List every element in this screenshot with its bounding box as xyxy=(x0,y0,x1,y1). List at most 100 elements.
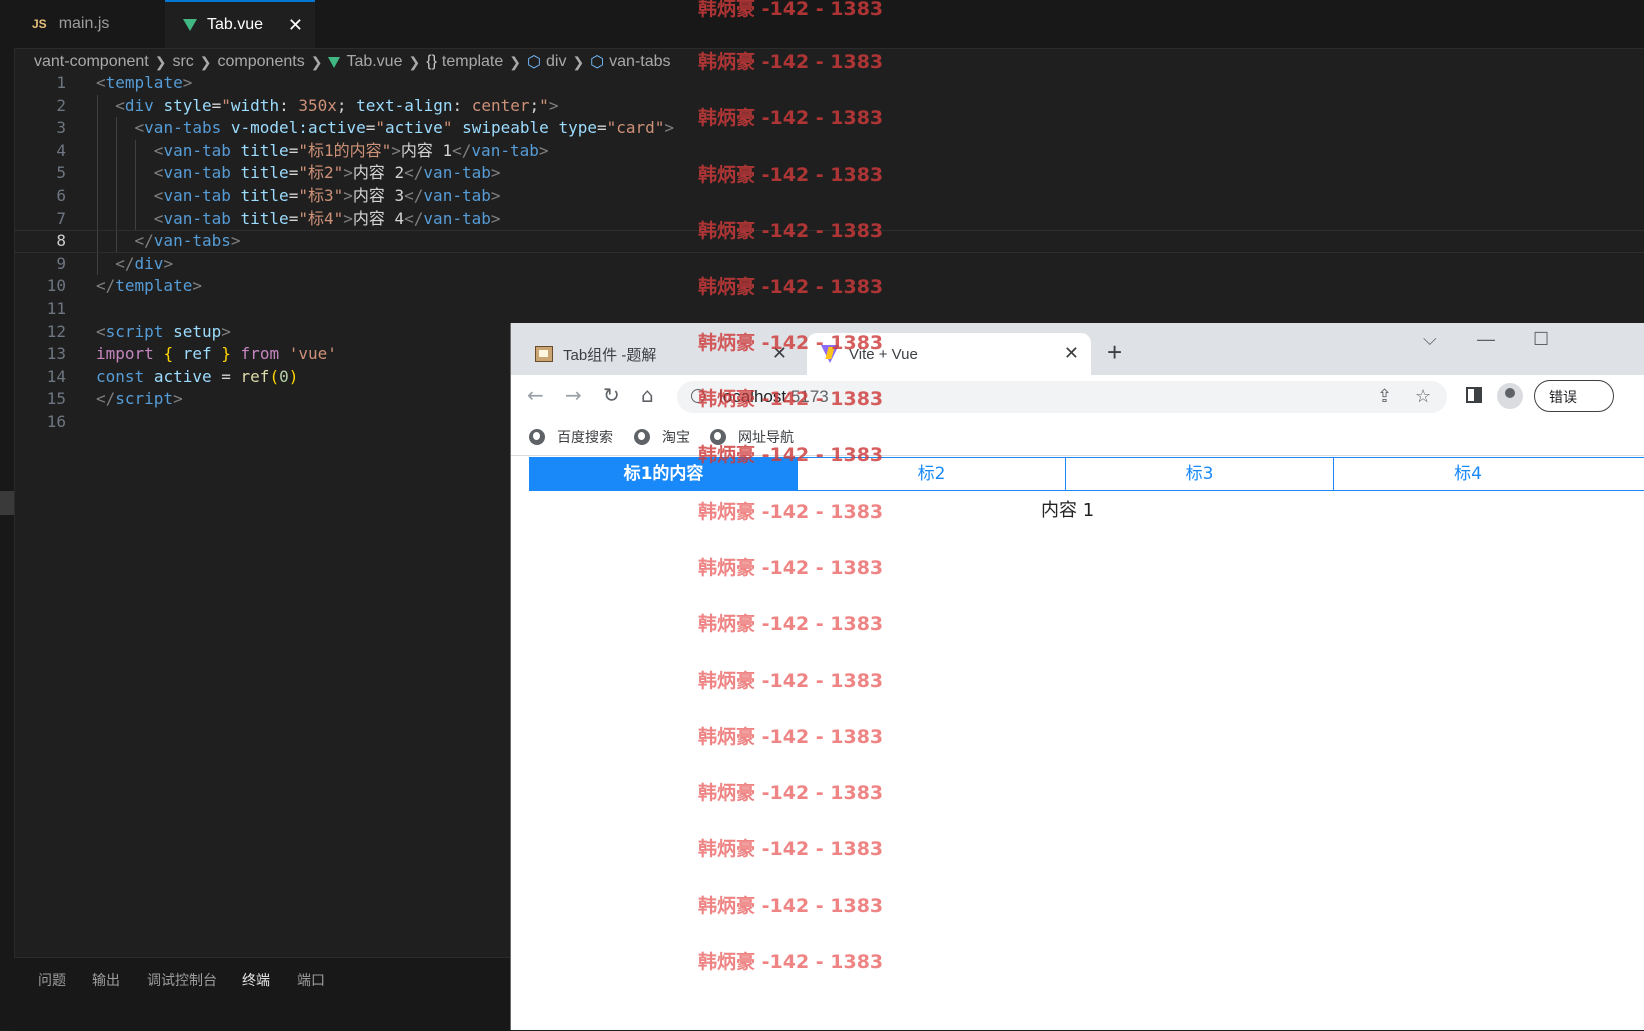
chevron-right-icon: ❯ xyxy=(509,53,522,70)
code-line: 3 <van-tabs v-model:active="active" swip… xyxy=(14,117,1644,140)
line-number: 8 xyxy=(56,231,66,251)
code-line: 5 <van-tab title="标2">内容 2</van-tab> xyxy=(14,162,1644,185)
code-text: </van-tabs> xyxy=(134,231,241,251)
panel-tab-terminal[interactable]: 终端 xyxy=(242,970,270,990)
browser-tab-vite[interactable]: Vite + Vue ✕ xyxy=(807,333,1091,375)
line-number: 13 xyxy=(46,344,66,364)
line-number: 7 xyxy=(56,208,66,228)
profile-avatar-icon[interactable] xyxy=(1497,383,1523,409)
bottom-panel-tabs: 问题 输出 调试控制台 终端 端口 xyxy=(14,957,514,1031)
line-number: 5 xyxy=(56,163,66,183)
url-text: localhost:5173 xyxy=(719,387,829,406)
line-number: 11 xyxy=(46,298,66,318)
close-icon[interactable]: ✕ xyxy=(772,343,787,364)
code-line: 6 <van-tab title="标3">内容 3</van-tab> xyxy=(14,184,1644,208)
code-line: 9 </div> xyxy=(14,252,1644,276)
bookmark-label: 淘宝 xyxy=(662,429,690,445)
code-line: 1 <template> xyxy=(14,72,1644,95)
panel-tab-problems[interactable]: 问题 xyxy=(38,970,66,990)
vite-favicon-icon xyxy=(821,345,839,363)
line-number: 2 xyxy=(56,95,66,115)
braces-icon: {} xyxy=(426,53,437,70)
forward-arrow-icon[interactable]: → xyxy=(565,383,582,407)
share-icon[interactable]: ⇪ xyxy=(1377,386,1392,407)
maximize-icon[interactable]: ☐ xyxy=(1533,329,1549,350)
line-number: 10 xyxy=(46,276,66,296)
cube-icon: ⬡ xyxy=(527,54,541,71)
breadcrumb-item[interactable]: template xyxy=(442,53,503,71)
browser-tab-title: Tab组件 -题解 xyxy=(563,346,657,364)
tab-tab-vue[interactable]: Tab.vue ✕ xyxy=(165,0,315,48)
breadcrumb: vant-component ❯ src ❯ components ❯ Tab.vue… xyxy=(34,50,671,74)
chevron-down-icon[interactable]: ⌵ xyxy=(1423,329,1437,350)
van-tab-3[interactable]: 标3 xyxy=(1066,458,1334,490)
breadcrumb-item[interactable]: Tab.vue xyxy=(346,53,402,71)
code-text: <van-tabs v-model:active="active" swipea… xyxy=(134,118,675,138)
breadcrumb-item[interactable]: components xyxy=(218,53,305,71)
tab-panel-content: 内容 1 xyxy=(1041,500,1095,521)
breadcrumb-item[interactable]: vant-component xyxy=(34,53,149,71)
vue-file-icon xyxy=(328,56,341,68)
breadcrumb-item[interactable]: van-tabs xyxy=(609,53,670,71)
info-icon[interactable] xyxy=(691,389,705,403)
code-line-active: 8 </van-tabs> xyxy=(14,230,1644,253)
line-number: 16 xyxy=(46,411,66,431)
line-number: 4 xyxy=(56,140,66,160)
code-line: 4 <van-tab title="标1的内容">内容 1</van-tab> xyxy=(14,139,1644,163)
panel-tab-debug-console[interactable]: 调试控制台 xyxy=(147,970,217,990)
close-icon[interactable]: ✕ xyxy=(1064,343,1079,364)
star-icon[interactable]: ☆ xyxy=(1415,386,1431,407)
line-number: 6 xyxy=(56,185,66,205)
code-text: <van-tab title="标4">内容 4</van-tab> xyxy=(153,208,501,228)
code-line: 11 xyxy=(14,298,1644,321)
chevron-right-icon: ❯ xyxy=(572,53,585,70)
code-text: <script setup> xyxy=(96,321,231,341)
address-bar[interactable]: localhost:5173 ⇪ ☆ xyxy=(677,381,1447,413)
line-number: 9 xyxy=(56,253,66,273)
browser-tab-title: Vite + Vue xyxy=(849,345,918,363)
tab-main-js[interactable]: JS main.js xyxy=(14,0,164,48)
chevron-right-icon: ❯ xyxy=(154,53,167,70)
panel-tab-ports[interactable]: 端口 xyxy=(297,970,325,990)
line-number: 14 xyxy=(46,366,66,386)
code-text: <van-tab title="标1的内容">内容 1</van-tab> xyxy=(153,140,549,160)
vue-file-icon xyxy=(183,19,197,31)
van-tabs-card: 标1的内容 标2 标3 标4 xyxy=(529,457,1644,491)
js-file-icon: JS xyxy=(32,17,47,31)
line-number: 3 xyxy=(56,118,66,138)
chevron-right-icon: ❯ xyxy=(408,53,421,70)
van-tab-1[interactable]: 标1的内容 xyxy=(530,458,798,490)
cube-icon: ⬡ xyxy=(590,54,605,71)
back-arrow-icon[interactable]: ← xyxy=(527,383,544,407)
bookmark-label: 网址导航 xyxy=(738,429,794,445)
bookmark-baidu[interactable]: 百度搜索 xyxy=(529,427,613,447)
close-icon[interactable]: ✕ xyxy=(288,15,303,36)
minimize-icon[interactable]: — xyxy=(1477,329,1495,350)
globe-icon xyxy=(634,429,650,445)
plus-icon[interactable]: + xyxy=(1107,337,1122,368)
line-number: 12 xyxy=(46,321,66,341)
breadcrumb-item[interactable]: src xyxy=(172,53,193,71)
browser-tab-tiejie[interactable]: Tab组件 -题解 ✕ xyxy=(521,333,799,375)
chevron-right-icon: ❯ xyxy=(199,53,212,70)
breadcrumb-item[interactable]: div xyxy=(546,53,566,71)
browser-toolbar: ← → ↻ ⌂ localhost:5173 ⇪ ☆ 错误 xyxy=(511,375,1644,417)
bookmark-taobao[interactable]: 淘宝 xyxy=(634,427,690,447)
error-button[interactable]: 错误 xyxy=(1534,380,1614,412)
van-tab-2[interactable]: 标2 xyxy=(798,458,1066,490)
reload-icon[interactable]: ↻ xyxy=(603,383,620,407)
bookmarks-bar: 百度搜索 淘宝 网址导航 xyxy=(511,417,1644,456)
code-text: </div> xyxy=(115,253,174,273)
van-tab-4[interactable]: 标4 xyxy=(1334,458,1602,490)
code-text: const active = ref(0) xyxy=(96,366,299,386)
page-viewport: 标1的内容 标2 标3 标4 内容 1 xyxy=(511,456,1644,1030)
panel-tab-output[interactable]: 输出 xyxy=(92,970,120,990)
bookmark-wangzhi[interactable]: 网址导航 xyxy=(710,427,794,447)
tab-label: main.js xyxy=(58,15,110,32)
home-icon[interactable]: ⌂ xyxy=(641,383,654,407)
globe-icon xyxy=(710,429,726,445)
bookmark-label: 百度搜索 xyxy=(557,429,613,445)
side-panel-icon[interactable] xyxy=(1466,387,1482,403)
browser-tab-strip: Tab组件 -题解 ✕ Vite + Vue ✕ + ⌵ — ☐ xyxy=(511,323,1644,375)
code-text: <div style="width: 350x; text-align: cen… xyxy=(115,95,559,115)
